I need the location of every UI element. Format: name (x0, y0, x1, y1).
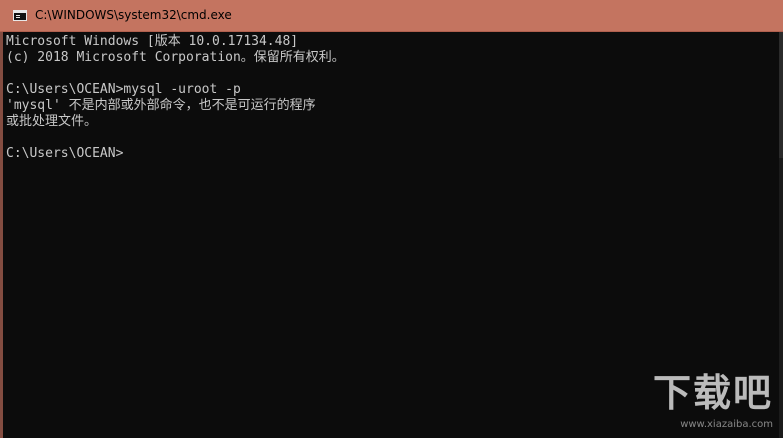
scrollbar-thumb[interactable] (779, 32, 783, 158)
cmd-window: C:\WINDOWS\system32\cmd.exe Microsoft Wi… (0, 0, 783, 438)
console-prompt-line[interactable]: C:\Users\OCEAN> (6, 146, 123, 162)
console-line-6: 或批处理文件。 (6, 114, 98, 129)
console-output-area[interactable]: Microsoft Windows [版本 10.0.17134.48] (c)… (0, 32, 783, 438)
window-left-border (0, 32, 3, 438)
console-line-1: Microsoft Windows [版本 10.0.17134.48] (6, 34, 299, 49)
watermark-url: www.xiazaiba.com (680, 419, 773, 430)
watermark: 下载吧 www.xiazaiba.com (633, 362, 773, 430)
console-line-4: C:\Users\OCEAN>mysql -uroot -p (6, 82, 241, 97)
title-bar[interactable]: C:\WINDOWS\system32\cmd.exe (0, 0, 783, 32)
vertical-scrollbar[interactable] (779, 32, 783, 438)
window-title: C:\WINDOWS\system32\cmd.exe (35, 8, 232, 22)
console-app-icon[interactable] (13, 10, 27, 21)
console-line-5: 'mysql' 不是内部或外部命令，也不是可运行的程序 (6, 98, 316, 113)
console-line-2: (c) 2018 Microsoft Corporation。保留所有权利。 (6, 50, 345, 65)
watermark-logo-text: 下载吧 (652, 371, 773, 415)
